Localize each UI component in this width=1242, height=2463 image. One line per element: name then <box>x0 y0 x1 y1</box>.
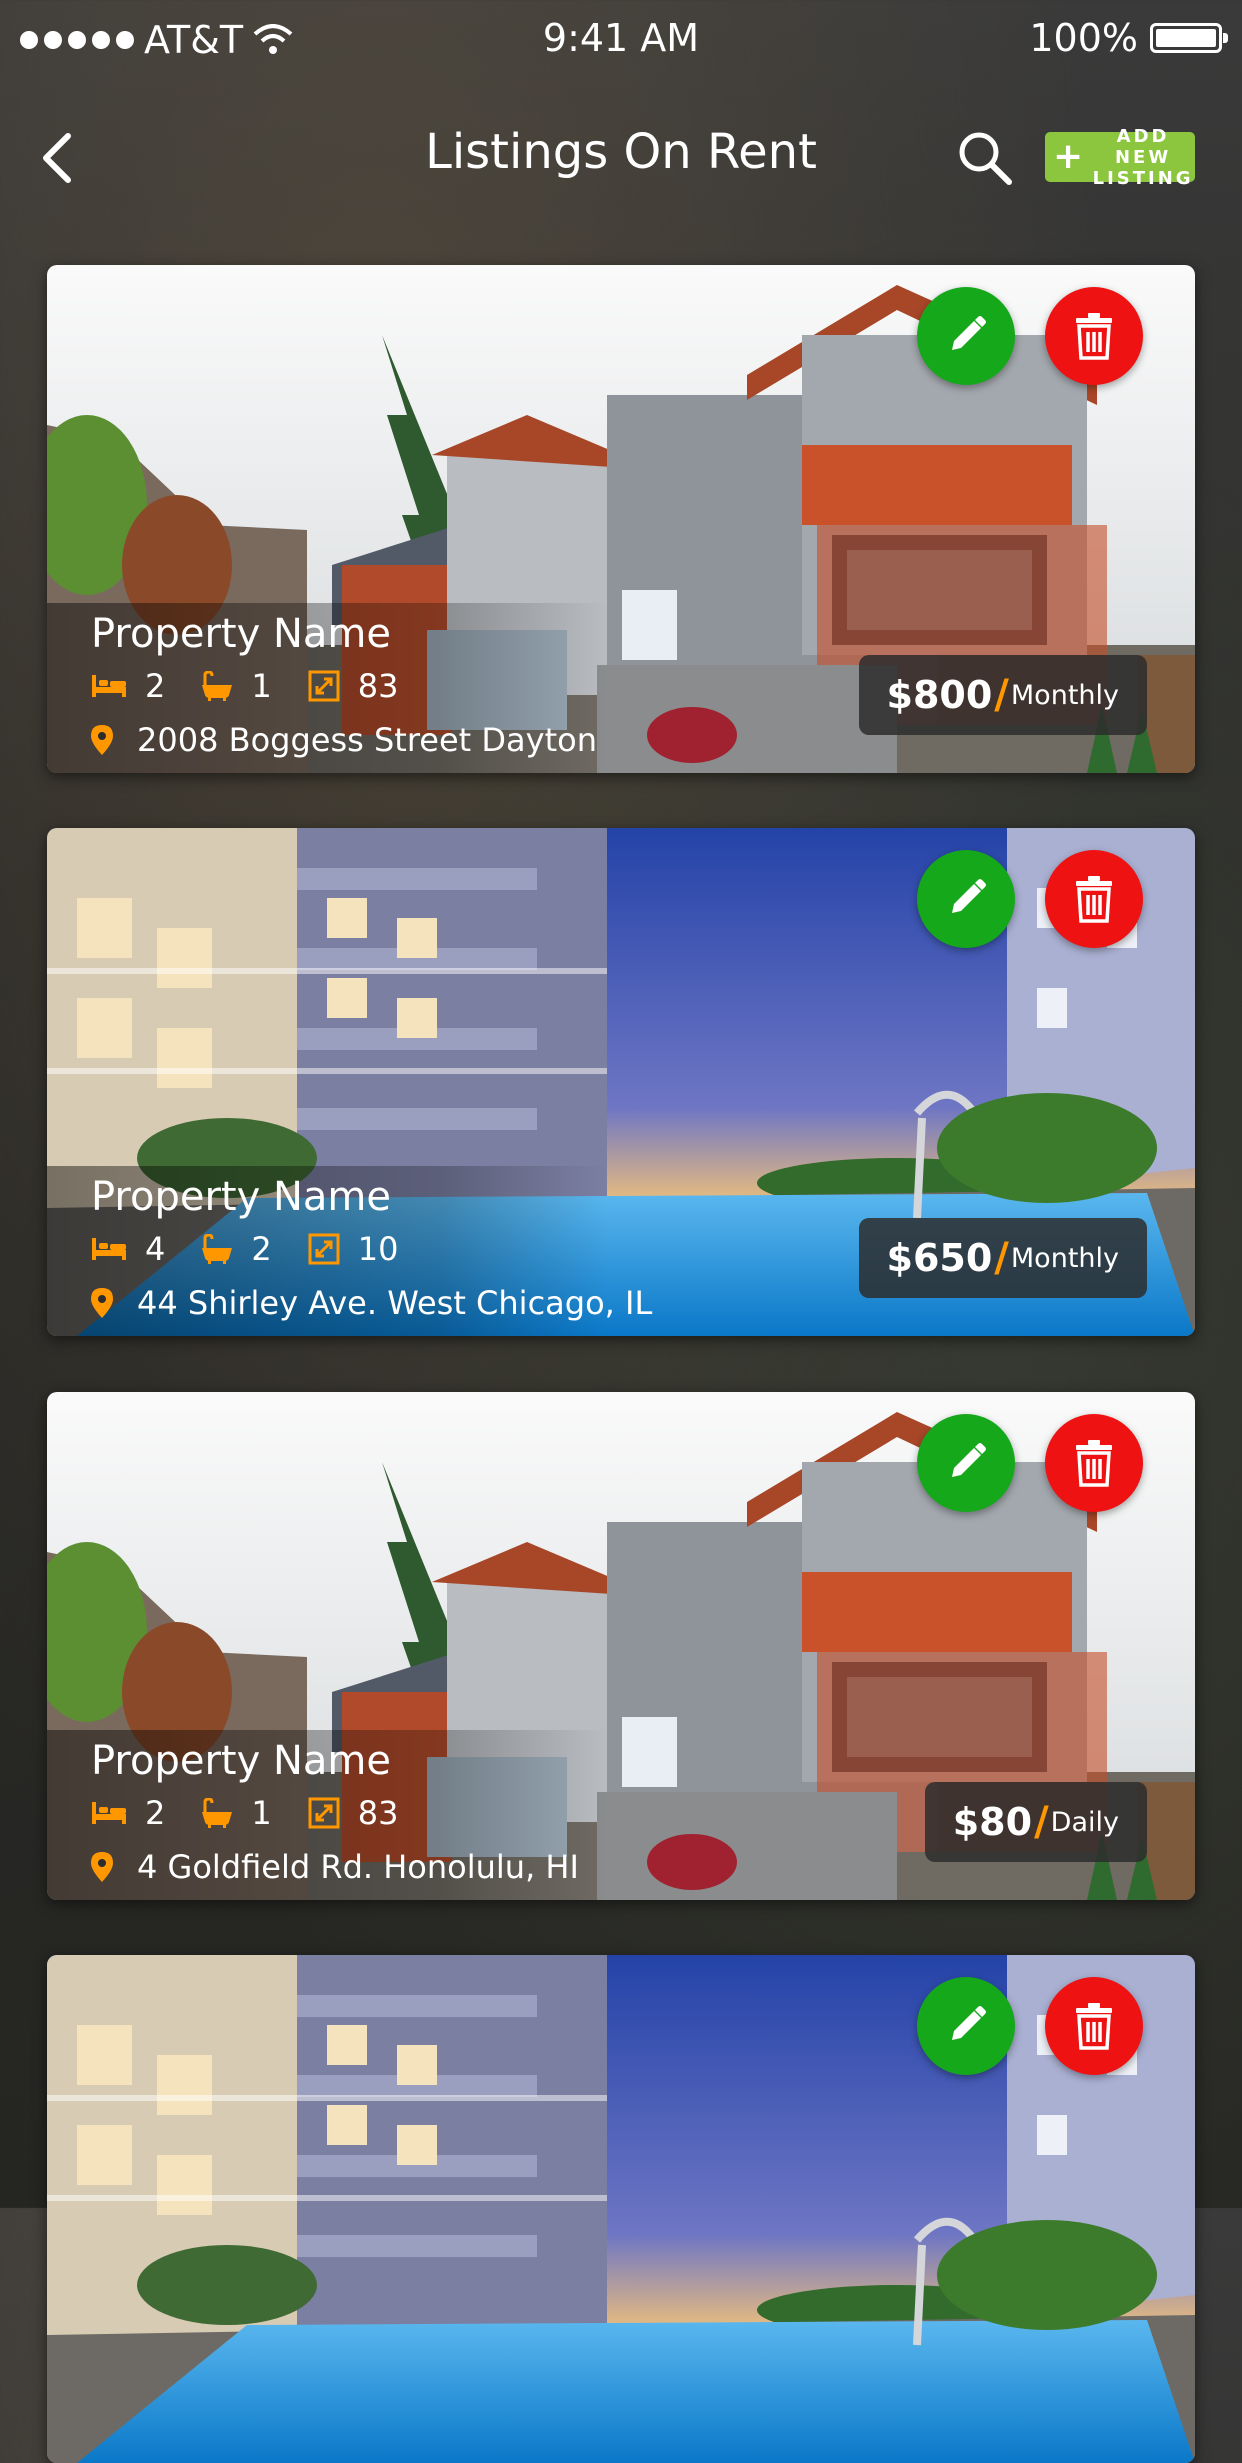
address-text: 44 Shirley Ave. West Chicago, IL <box>137 1284 653 1322</box>
price-tag: $650/Monthly <box>858 1218 1147 1298</box>
property-image <box>47 1955 1195 2463</box>
delete-button[interactable] <box>1045 1977 1143 2075</box>
delete-button[interactable] <box>1045 287 1143 385</box>
location-pin-icon <box>91 725 113 755</box>
info-panel: Property Name 2 1 83 4 Goldfield Rd. Hon… <box>47 1730 607 1900</box>
delete-button[interactable] <box>1045 850 1143 948</box>
area-info: 10 <box>308 1230 399 1268</box>
pencil-icon <box>952 1443 986 1477</box>
trash-icon <box>1076 876 1112 923</box>
edit-button[interactable] <box>917 287 1015 385</box>
listing-card[interactable]: Property Name 2 1 83 2008 Boggess Street… <box>47 265 1195 773</box>
price-separator: / <box>1034 1799 1049 1845</box>
area-value: 83 <box>357 667 399 705</box>
search-icon <box>959 132 1012 185</box>
listing-card[interactable] <box>47 1955 1195 2463</box>
price-period: Monthly <box>1010 1242 1119 1274</box>
trash-icon <box>1076 313 1112 360</box>
battery-icon <box>1150 23 1228 53</box>
area-icon <box>308 670 340 702</box>
bathtub-icon <box>202 1798 233 1828</box>
listing-card[interactable]: Property Name 2 1 83 4 Goldfield Rd. Hon… <box>47 1392 1195 1900</box>
amenities: 2 1 83 <box>91 1794 434 1832</box>
area-icon <box>308 1797 340 1829</box>
baths-info: 2 <box>201 1230 272 1268</box>
pencil-icon <box>952 2006 986 2040</box>
price-amount: $80 <box>952 1800 1033 1844</box>
delete-button[interactable] <box>1045 1414 1143 1512</box>
bed-icon <box>92 675 126 697</box>
beds-count: 2 <box>145 1794 166 1832</box>
beds-count: 2 <box>145 667 166 705</box>
battery-percent: 100% <box>1029 16 1138 60</box>
plus-icon: + <box>1053 136 1084 177</box>
amenities: 2 1 83 <box>91 667 434 705</box>
bathtub-icon <box>202 1234 233 1264</box>
pencil-icon <box>952 879 986 913</box>
bathtub-icon <box>202 671 233 701</box>
area-value: 10 <box>357 1230 399 1268</box>
beds-info: 2 <box>91 667 165 705</box>
baths-count: 1 <box>251 667 272 705</box>
info-panel: Property Name 2 1 83 2008 Boggess Street… <box>47 603 607 773</box>
address-text: 4 Goldfield Rd. Honolulu, HI <box>137 1848 579 1886</box>
address: 2008 Boggess Street Dayton <box>91 721 597 759</box>
baths-count: 1 <box>251 1794 272 1832</box>
pencil-icon <box>952 316 986 350</box>
baths-info: 1 <box>201 667 272 705</box>
price-separator: / <box>994 1235 1009 1281</box>
edit-button[interactable] <box>917 850 1015 948</box>
trash-icon <box>1076 1440 1112 1487</box>
price-amount: $800 <box>886 673 993 717</box>
info-panel: Property Name 4 2 10 44 Shirley Ave. Wes… <box>47 1166 652 1336</box>
address: 4 Goldfield Rd. Honolulu, HI <box>91 1848 579 1886</box>
property-name: Property Name <box>91 611 391 657</box>
address-text: 2008 Boggess Street Dayton <box>137 721 597 759</box>
listing-card[interactable]: Property Name 4 2 10 44 Shirley Ave. Wes… <box>47 828 1195 1336</box>
beds-info: 2 <box>91 1794 165 1832</box>
edit-button[interactable] <box>917 1414 1015 1512</box>
price-tag: $800/Monthly <box>858 655 1147 735</box>
add-button-label: ADD NEW LISTING <box>1092 125 1194 189</box>
area-info: 83 <box>308 1794 399 1832</box>
property-name: Property Name <box>91 1738 391 1784</box>
baths-info: 1 <box>201 1794 272 1832</box>
beds-info: 4 <box>91 1230 165 1268</box>
area-icon <box>308 1233 340 1265</box>
property-name: Property Name <box>91 1174 391 1220</box>
address: 44 Shirley Ave. West Chicago, IL <box>91 1284 652 1322</box>
location-pin-icon <box>91 1852 113 1882</box>
baths-count: 2 <box>251 1230 272 1268</box>
trash-icon <box>1076 2003 1112 2050</box>
add-new-listing-button[interactable]: + ADD NEW LISTING <box>1045 126 1195 189</box>
price-tag: $80/Daily <box>924 1782 1147 1862</box>
location-pin-icon <box>91 1288 113 1318</box>
price-period: Daily <box>1050 1806 1119 1838</box>
price-separator: / <box>994 672 1009 718</box>
price-period: Monthly <box>1010 679 1119 711</box>
status-bar: AT&T 9:41 AM 100% <box>0 0 1242 80</box>
search-button[interactable] <box>955 128 1015 188</box>
amenities: 4 2 10 <box>91 1230 434 1268</box>
bed-icon <box>92 1238 126 1260</box>
price-amount: $650 <box>886 1236 993 1280</box>
area-info: 83 <box>308 667 399 705</box>
beds-count: 4 <box>145 1230 166 1268</box>
edit-button[interactable] <box>917 1977 1015 2075</box>
nav-bar: Listings On Rent + ADD NEW LISTING <box>0 100 1242 210</box>
bed-icon <box>92 1802 126 1824</box>
area-value: 83 <box>357 1794 399 1832</box>
